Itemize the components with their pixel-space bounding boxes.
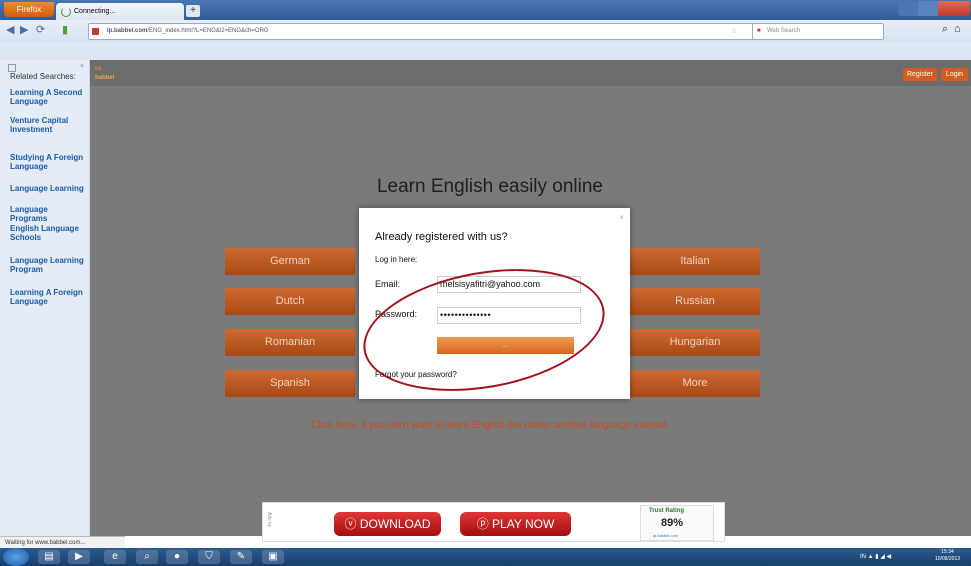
site-header — [90, 60, 971, 86]
play-icon: ⓟ — [476, 517, 493, 531]
search-engine-icon: ■ — [757, 28, 761, 34]
explorer-icon[interactable]: ▤ — [38, 550, 60, 564]
trust-rating-title: Trust Rating — [649, 508, 685, 514]
search-icon[interactable]: ⌕ — [136, 550, 158, 564]
forward-icon[interactable]: ▶ — [20, 23, 28, 36]
url-bar[interactable]: lp.babbel.com/ENG_index.html?L=ENG&l2=EN… — [88, 23, 790, 40]
url-path: /ENG_index.html?L=ENG&l2=ENG&ch=ORG — [147, 28, 269, 34]
trust-rating-site: lp.babbel.com — [653, 533, 678, 538]
clock[interactable]: 15:34 10/08/2013 — [935, 549, 960, 563]
ad-download-button[interactable]: ⓥ DOWNLOAD — [334, 512, 441, 536]
language-italian-button[interactable]: Italian — [630, 248, 760, 275]
more-languages-button[interactable]: More — [630, 370, 760, 397]
minimize-button[interactable] — [898, 1, 918, 16]
browser-tab[interactable]: Connecting... — [56, 3, 184, 20]
language-romanian-button[interactable]: Romanian — [225, 329, 355, 356]
media-player-icon[interactable]: ▶ — [68, 550, 90, 564]
logo-mark-icon: ᶜᶜ — [95, 64, 102, 74]
ad-play-button[interactable]: ⓟ PLAY NOW — [460, 512, 571, 536]
login-button[interactable]: Login — [941, 68, 968, 81]
download-icon: ⓥ — [344, 517, 360, 531]
url-domain: lp.babbel.com — [107, 28, 148, 34]
modal-close-icon[interactable]: × — [619, 213, 624, 222]
email-label: Email: — [375, 279, 401, 289]
language-spanish-button[interactable]: Spanish — [225, 370, 355, 397]
related-searches-sidebar: × Related Searches: Learning A Second La… — [0, 60, 90, 536]
sidebar-link[interactable]: Language Programs — [10, 205, 86, 223]
firefox-icon[interactable]: ● — [166, 550, 188, 564]
home-icon[interactable]: ⌂ — [954, 23, 961, 35]
clock-date: 10/08/2013 — [935, 556, 961, 562]
clock-time: 15:34 — [941, 549, 954, 555]
search-bar[interactable]: ■ Web Search — [752, 23, 884, 40]
stop-reload-icon[interactable]: ⟳ — [36, 23, 45, 36]
internet-explorer-icon[interactable]: e — [104, 550, 126, 564]
bookmark-star-icon[interactable]: ☆ — [731, 24, 737, 39]
loading-spinner-icon — [61, 7, 71, 17]
sidebar-link[interactable]: Studying A Foreign Language — [10, 153, 86, 171]
shield-icon[interactable]: ⛉ — [198, 550, 220, 564]
system-tray: IN ▲ ▮ ◢ ◀ — [860, 554, 892, 560]
logo-text: babbel — [95, 75, 115, 81]
window-icon[interactable]: ▣ — [262, 550, 284, 564]
language-russian-button[interactable]: Russian — [630, 288, 760, 315]
maximize-button[interactable] — [918, 1, 938, 16]
sidebar-link[interactable]: Language Learning — [10, 184, 86, 193]
tray-language[interactable]: IN — [860, 554, 866, 560]
new-tab-button[interactable]: + — [186, 5, 200, 17]
start-button[interactable] — [3, 548, 29, 566]
search-icon[interactable]: ⌕ — [942, 23, 948, 36]
paint-icon[interactable]: ✎ — [230, 550, 252, 564]
sidebar-close-icon[interactable]: × — [80, 63, 84, 70]
babbel-logo[interactable]: ᶜᶜ babbel — [95, 64, 114, 81]
modal-title: Already registered with us? — [375, 231, 508, 243]
sidebar-link[interactable]: Learning A Second Language — [10, 88, 86, 106]
close-window-button[interactable] — [938, 1, 970, 16]
back-icon[interactable]: ◀ — [6, 23, 14, 36]
language-german-button[interactable]: German — [225, 248, 355, 275]
trust-rating-value: 89% — [661, 517, 684, 529]
window-controls — [898, 1, 970, 17]
sidebar-link[interactable]: Venture Capital Investment — [10, 116, 86, 134]
search-placeholder: Web Search — [767, 28, 800, 34]
sidebar-pin-icon[interactable] — [8, 64, 16, 72]
signal-icon: ▮ — [62, 24, 69, 36]
language-dutch-button[interactable]: Dutch — [225, 288, 355, 315]
other-language-link[interactable]: Click here, if you don't want to learn E… — [90, 420, 890, 431]
sidebar-heading: Related Searches: — [10, 72, 76, 81]
trust-rating-widget[interactable]: Trust Rating 89% lp.babbel.com — [640, 505, 714, 541]
sidebar-link[interactable]: Language Learning Program — [10, 256, 86, 274]
ad-play-label: PLAY NOW — [492, 517, 555, 531]
language-hungarian-button[interactable]: Hungarian — [630, 329, 760, 356]
sidebar-link[interactable]: English Language Schools — [10, 224, 86, 242]
modal-subtitle: Log in here: — [375, 255, 418, 264]
sidebar-link[interactable]: Learning A Foreign Language — [10, 288, 86, 306]
bookmarks-toolbar — [0, 42, 971, 61]
register-button[interactable]: Register — [903, 68, 937, 81]
ad-tag: Ads by — [266, 512, 272, 528]
firefox-menu-button[interactable]: Firefox — [4, 2, 54, 17]
site-icon — [92, 28, 99, 35]
tab-title: Connecting... — [74, 8, 116, 15]
ad-download-label: DOWNLOAD — [359, 517, 431, 531]
page-title: Learn English easily online — [376, 176, 604, 197]
